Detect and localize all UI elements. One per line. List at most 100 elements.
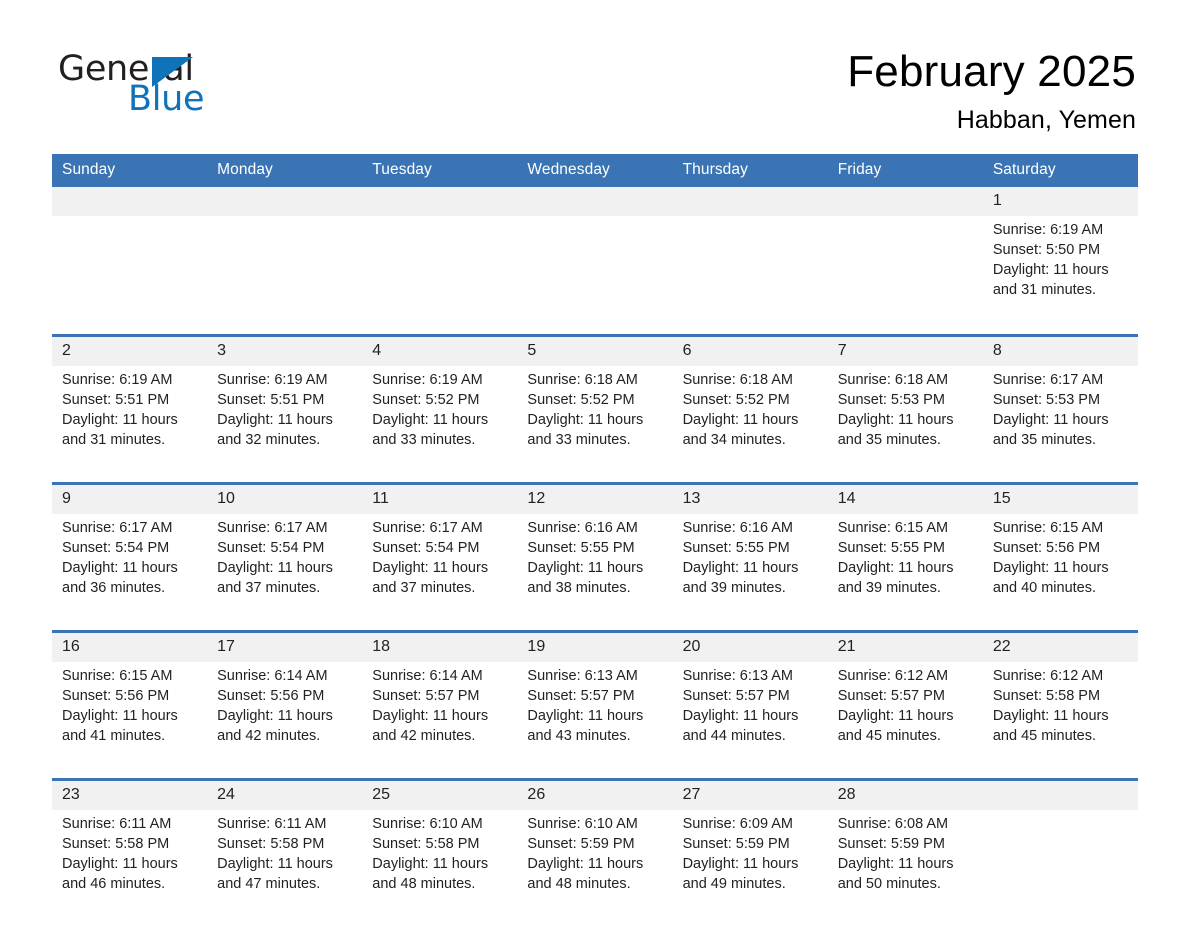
day-detail-cell[interactable]: Sunrise: 6:19 AM Sunset: 5:51 PM Dayligh… bbox=[52, 366, 208, 484]
day-number-cell[interactable]: 16 bbox=[52, 630, 208, 663]
day-number-cell[interactable]: 3 bbox=[207, 334, 363, 367]
day-number-cell[interactable]: 25 bbox=[362, 778, 518, 811]
day-number-cell[interactable]: 24 bbox=[207, 778, 363, 811]
weekday-header-sunday: Sunday bbox=[52, 154, 208, 188]
day-number-cell[interactable] bbox=[517, 187, 673, 217]
day-number-cell[interactable] bbox=[362, 187, 518, 217]
day-detail-cell[interactable]: Sunrise: 6:10 AM Sunset: 5:58 PM Dayligh… bbox=[362, 810, 518, 926]
location-subtitle: Habban, Yemen bbox=[956, 106, 1136, 135]
day-detail-cell[interactable]: Sunrise: 6:08 AM Sunset: 5:59 PM Dayligh… bbox=[827, 810, 983, 926]
day-detail-cell[interactable]: Sunrise: 6:16 AM Sunset: 5:55 PM Dayligh… bbox=[672, 514, 828, 632]
day-detail-cell[interactable]: Sunrise: 6:18 AM Sunset: 5:52 PM Dayligh… bbox=[517, 366, 673, 484]
day-detail-cell[interactable]: Sunrise: 6:18 AM Sunset: 5:52 PM Dayligh… bbox=[672, 366, 828, 484]
day-number-cell[interactable]: 2 bbox=[52, 334, 208, 367]
sunset-text: Sunset: 5:52 PM bbox=[372, 392, 480, 409]
day-number-cell[interactable] bbox=[207, 187, 363, 217]
day-number-cell[interactable]: 7 bbox=[827, 334, 983, 367]
day-detail-cell[interactable]: Sunrise: 6:09 AM Sunset: 5:59 PM Dayligh… bbox=[672, 810, 828, 926]
day-number-cell[interactable]: 5 bbox=[517, 334, 673, 367]
day-detail-cell[interactable]: Sunrise: 6:19 AM Sunset: 5:52 PM Dayligh… bbox=[362, 366, 518, 484]
day-number-cell[interactable]: 14 bbox=[827, 482, 983, 515]
day-detail-cell[interactable]: Sunrise: 6:17 AM Sunset: 5:54 PM Dayligh… bbox=[207, 514, 363, 632]
day-detail-cell[interactable] bbox=[52, 216, 208, 336]
day-detail-cell[interactable]: Sunrise: 6:11 AM Sunset: 5:58 PM Dayligh… bbox=[207, 810, 363, 926]
day-detail-cell[interactable]: Sunrise: 6:11 AM Sunset: 5:58 PM Dayligh… bbox=[52, 810, 208, 926]
day-detail-cell[interactable]: Sunrise: 6:12 AM Sunset: 5:58 PM Dayligh… bbox=[982, 662, 1138, 780]
day-detail-cell[interactable] bbox=[362, 216, 518, 336]
sunrise-text: Sunrise: 6:16 AM bbox=[682, 520, 793, 537]
daylight-text-line1: Daylight: 11 hours bbox=[527, 856, 644, 873]
day-detail-cell[interactable]: Sunrise: 6:13 AM Sunset: 5:57 PM Dayligh… bbox=[517, 662, 673, 780]
daylight-text-line1: Daylight: 11 hours bbox=[372, 856, 489, 873]
day-number-cell[interactable]: 28 bbox=[827, 778, 983, 811]
sunrise-text: Sunrise: 6:16 AM bbox=[527, 520, 638, 537]
daylight-text-line1: Daylight: 11 hours bbox=[217, 560, 333, 577]
day-number-cell[interactable]: 26 bbox=[517, 778, 673, 811]
day-detail-cell[interactable] bbox=[827, 216, 983, 336]
day-number-cell[interactable]: 21 bbox=[827, 630, 983, 663]
day-detail-cell[interactable]: Sunrise: 6:14 AM Sunset: 5:56 PM Dayligh… bbox=[207, 662, 363, 780]
day-detail-cell[interactable]: Sunrise: 6:13 AM Sunset: 5:57 PM Dayligh… bbox=[672, 662, 828, 780]
day-detail-cell[interactable] bbox=[672, 216, 828, 336]
day-number-cell[interactable] bbox=[672, 187, 828, 217]
day-number-cell[interactable]: 15 bbox=[982, 482, 1138, 515]
sunrise-text: Sunrise: 6:18 AM bbox=[837, 372, 949, 389]
daylight-text-line2: and 45 minutes. bbox=[992, 728, 1097, 745]
day-number-cell[interactable]: 13 bbox=[672, 482, 828, 515]
sunset-text: Sunset: 5:54 PM bbox=[372, 540, 480, 557]
sunrise-text: Sunrise: 6:12 AM bbox=[837, 668, 949, 685]
day-detail-cell[interactable]: Sunrise: 6:14 AM Sunset: 5:57 PM Dayligh… bbox=[362, 662, 518, 780]
day-detail-cell[interactable]: Sunrise: 6:15 AM Sunset: 5:56 PM Dayligh… bbox=[982, 514, 1138, 632]
day-number-cell[interactable]: 23 bbox=[52, 778, 208, 811]
sunset-text: Sunset: 5:56 PM bbox=[992, 540, 1101, 557]
day-detail-cell[interactable] bbox=[207, 216, 363, 336]
day-detail-cell[interactable]: Sunrise: 6:19 AM Sunset: 5:50 PM Dayligh… bbox=[982, 216, 1138, 336]
day-number-cell[interactable]: 22 bbox=[982, 630, 1138, 663]
day-detail-cell[interactable]: Sunrise: 6:17 AM Sunset: 5:54 PM Dayligh… bbox=[52, 514, 208, 632]
day-number-cell[interactable]: 27 bbox=[672, 778, 828, 811]
daylight-text-line2: and 39 minutes. bbox=[837, 580, 941, 597]
daylight-text-line2: and 36 minutes. bbox=[62, 580, 166, 597]
day-detail-cell[interactable]: Sunrise: 6:15 AM Sunset: 5:56 PM Dayligh… bbox=[52, 662, 208, 780]
weekday-header-tuesday: Tuesday bbox=[362, 154, 518, 188]
day-number-cell[interactable]: 6 bbox=[672, 334, 828, 367]
day-number-cell[interactable] bbox=[52, 187, 208, 217]
day-number-cell[interactable]: 1 bbox=[982, 187, 1138, 217]
sunset-text: Sunset: 5:54 PM bbox=[62, 540, 170, 557]
day-detail-cell[interactable]: Sunrise: 6:18 AM Sunset: 5:53 PM Dayligh… bbox=[827, 366, 983, 484]
sunset-text: Sunset: 5:55 PM bbox=[682, 540, 790, 557]
day-number-cell[interactable]: 11 bbox=[362, 482, 518, 515]
day-number-cell[interactable]: 20 bbox=[672, 630, 828, 663]
daylight-text-line1: Daylight: 11 hours bbox=[527, 708, 644, 725]
day-number-cell[interactable]: 9 bbox=[52, 482, 208, 515]
daylight-text-line2: and 42 minutes. bbox=[217, 728, 321, 745]
day-number-cell[interactable] bbox=[827, 187, 983, 217]
sunset-text: Sunset: 5:59 PM bbox=[527, 836, 635, 853]
day-detail-cell[interactable]: Sunrise: 6:16 AM Sunset: 5:55 PM Dayligh… bbox=[517, 514, 673, 632]
day-number-cell[interactable]: 18 bbox=[362, 630, 518, 663]
day-number-cell[interactable]: 19 bbox=[517, 630, 673, 663]
daylight-text-line2: and 46 minutes. bbox=[62, 876, 166, 893]
daylight-text-line2: and 37 minutes. bbox=[372, 580, 476, 597]
day-detail-cell[interactable]: Sunrise: 6:17 AM Sunset: 5:54 PM Dayligh… bbox=[362, 514, 518, 632]
daylight-text-line2: and 42 minutes. bbox=[372, 728, 476, 745]
day-detail-cell[interactable] bbox=[982, 810, 1138, 926]
sunrise-text: Sunrise: 6:09 AM bbox=[682, 816, 793, 833]
day-number-cell[interactable]: 10 bbox=[207, 482, 363, 515]
day-detail-cell[interactable]: Sunrise: 6:12 AM Sunset: 5:57 PM Dayligh… bbox=[827, 662, 983, 780]
day-number-cell[interactable]: 12 bbox=[517, 482, 673, 515]
daylight-text-line1: Daylight: 11 hours bbox=[372, 560, 489, 577]
daylight-text-line2: and 38 minutes. bbox=[527, 580, 631, 597]
sunrise-text: Sunrise: 6:11 AM bbox=[62, 816, 172, 833]
day-number-cell[interactable]: 4 bbox=[362, 334, 518, 367]
day-number-cell[interactable] bbox=[982, 778, 1138, 811]
daylight-text-line1: Daylight: 11 hours bbox=[62, 560, 178, 577]
day-number-cell[interactable]: 17 bbox=[207, 630, 363, 663]
day-detail-cell[interactable]: Sunrise: 6:17 AM Sunset: 5:53 PM Dayligh… bbox=[982, 366, 1138, 484]
day-number-cell[interactable]: 8 bbox=[982, 334, 1138, 367]
day-detail-cell[interactable] bbox=[517, 216, 673, 336]
day-detail-cell[interactable]: Sunrise: 6:19 AM Sunset: 5:51 PM Dayligh… bbox=[207, 366, 363, 484]
day-detail-cell[interactable]: Sunrise: 6:15 AM Sunset: 5:55 PM Dayligh… bbox=[827, 514, 983, 632]
day-detail-cell[interactable]: Sunrise: 6:10 AM Sunset: 5:59 PM Dayligh… bbox=[517, 810, 673, 926]
week-number-row: 2 3 4 5 6 7 8 bbox=[52, 334, 1138, 367]
